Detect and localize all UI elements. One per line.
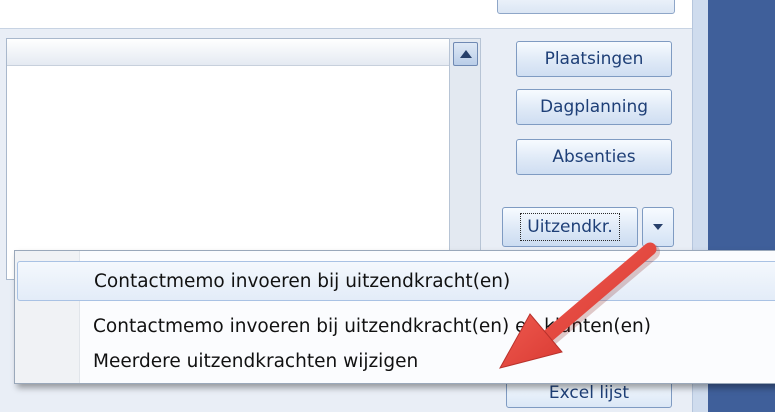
dagplanning-button[interactable]: Dagplanning — [516, 89, 672, 125]
scroll-up-button[interactable] — [453, 42, 478, 66]
context-menu: Contactmemo invoeren bij uitzendkracht(e… — [14, 250, 775, 384]
vertical-scrollbar[interactable] — [449, 38, 481, 280]
dropdown-arrow-icon — [653, 224, 663, 230]
menu-item-contactmemo-uitzendkracht-klanten[interactable]: Contactmemo invoeren bij uitzendkracht(e… — [17, 306, 775, 346]
absenties-button[interactable]: Absenties — [516, 139, 672, 175]
top-panel-strip — [0, 0, 692, 29]
list-panel-header — [7, 39, 449, 66]
menu-item-meerdere-uitzendkrachten-wijzigen[interactable]: Meerdere uitzendkrachten wijzigen — [17, 341, 775, 381]
menu-item-contactmemo-uitzendkracht[interactable]: Contactmemo invoeren bij uitzendkracht(e… — [17, 261, 775, 301]
triangle-up-icon — [459, 50, 472, 58]
list-panel[interactable] — [6, 38, 450, 280]
uitzendkr-split-button[interactable]: Uitzendkr. — [502, 207, 678, 249]
uitzendkr-button[interactable]: Uitzendkr. — [502, 207, 638, 247]
plaatsingen-button[interactable]: Plaatsingen — [516, 41, 672, 77]
top-partial-button[interactable] — [497, 0, 675, 14]
uitzendkr-button-label: Uitzendkr. — [520, 213, 620, 241]
uitzendkr-dropdown-button[interactable] — [642, 207, 674, 247]
